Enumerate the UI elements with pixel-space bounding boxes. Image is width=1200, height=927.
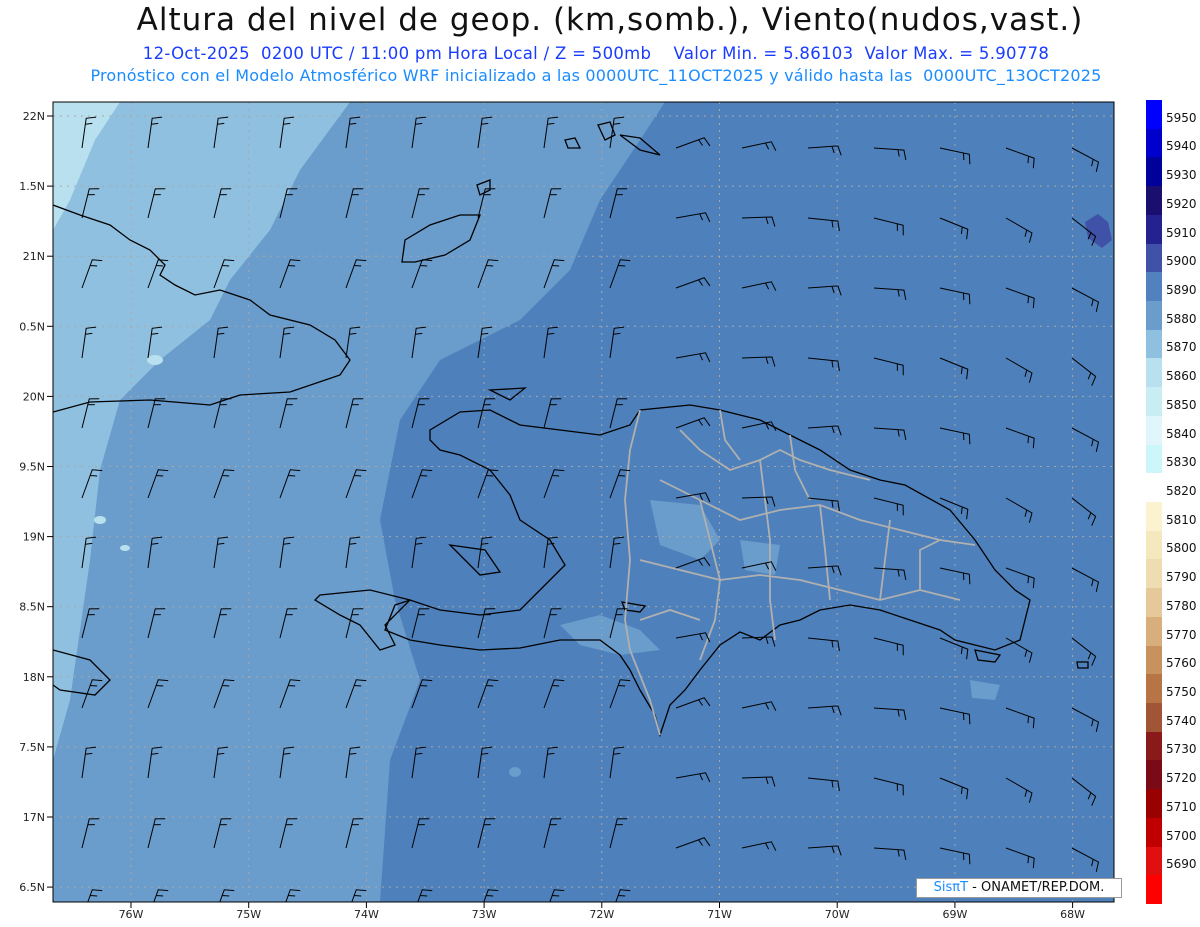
lat-tick-label: 9.5N bbox=[19, 461, 45, 474]
colorbar-segment bbox=[1146, 473, 1162, 503]
lon-tick-label: 70W bbox=[825, 908, 850, 921]
lat-tick-label: 17N bbox=[23, 811, 45, 824]
colorbar-level-label: 5780 bbox=[1166, 598, 1197, 613]
colorbar-level-label: 5820 bbox=[1166, 484, 1197, 498]
colorbar-level-label: 5750 bbox=[1166, 685, 1197, 699]
lon-tick-label: 73W bbox=[472, 908, 497, 921]
colorbar-segment bbox=[1146, 616, 1162, 647]
colorbar-segment bbox=[1146, 415, 1162, 446]
colorbar-level-label: 5880 bbox=[1166, 311, 1197, 326]
lon-tick-label: 74W bbox=[354, 908, 379, 921]
colorbar-level-label: 5950 bbox=[1166, 110, 1197, 125]
lat-tick-label: 19N bbox=[23, 531, 45, 544]
longitude-ticks: 76W 75W 74W 73W 72W 71W 70W 69W 68W bbox=[119, 902, 1085, 921]
colorbar-level-label: 5900 bbox=[1166, 254, 1197, 269]
colorbar-segment bbox=[1146, 588, 1162, 618]
colorbar-segment bbox=[1146, 301, 1162, 331]
colorbar-segment bbox=[1146, 272, 1162, 302]
lat-tick-label: 0.5N bbox=[19, 320, 45, 333]
colorbar-level-label: 5930 bbox=[1166, 168, 1197, 183]
colorbar-level-label: 5720 bbox=[1166, 771, 1197, 786]
wind-barb bbox=[1006, 918, 1032, 927]
colorbar-level-label: 5890 bbox=[1166, 283, 1197, 297]
colorbar-segment bbox=[1146, 157, 1162, 187]
colorbar-segment bbox=[1146, 358, 1162, 388]
colorbar-level-label: 5770 bbox=[1166, 627, 1197, 642]
colorbar-level-label: 5700 bbox=[1166, 828, 1197, 843]
lon-tick-label: 71W bbox=[707, 908, 732, 921]
lon-tick-label: 69W bbox=[942, 908, 967, 921]
colorbar-level-label: 5690 bbox=[1166, 857, 1197, 872]
colorbar-segment bbox=[1146, 387, 1162, 417]
latitude-ticks: 22N 1.5N 21N 0.5N 20N 9.5N 19N 8.5N 18N 7.5N 17N 6.… bbox=[19, 110, 53, 894]
forecast-map: 22N 1.5N 21N 0.5N 20N 9.5N 19N 8.5N 18N 7.5N 17N 6.… bbox=[19, 101, 1115, 927]
colorbar-level-label: 5760 bbox=[1166, 656, 1197, 671]
colorbar-segment bbox=[1146, 243, 1162, 273]
credit-separator: - bbox=[968, 880, 981, 895]
lon-tick-label: 72W bbox=[589, 908, 614, 921]
lat-tick-label: 22N bbox=[23, 110, 45, 123]
colorbar-level-label: 5810 bbox=[1166, 512, 1197, 527]
wind-barb bbox=[874, 918, 903, 927]
colorbar-segment bbox=[1146, 645, 1162, 675]
lat-tick-label: 6.5N bbox=[19, 881, 45, 894]
wind-barb bbox=[742, 917, 775, 927]
lon-tick-label: 76W bbox=[119, 908, 144, 921]
lon-tick-label: 68W bbox=[1060, 908, 1085, 921]
colorbar-segment bbox=[1146, 128, 1162, 158]
colorbar-segment bbox=[1146, 100, 1162, 130]
colorbar-segment bbox=[1146, 846, 1162, 876]
credit-box: SisπΤ - ONAMET/REP.DOM. bbox=[916, 878, 1122, 898]
credit-org: ONAMET/REP.DOM. bbox=[980, 880, 1105, 895]
colorbar-segment bbox=[1146, 329, 1162, 359]
lon-tick-label: 75W bbox=[236, 908, 261, 921]
colorbar-segment bbox=[1146, 703, 1162, 733]
colorbar-level-label: 5920 bbox=[1166, 196, 1197, 211]
colorbar-level-label: 5840 bbox=[1166, 426, 1197, 441]
colorbar-segment bbox=[1146, 444, 1162, 474]
colorbar-segment bbox=[1146, 502, 1162, 532]
colorbar-level-label: 5800 bbox=[1166, 541, 1197, 556]
colorbar-segment bbox=[1146, 559, 1162, 589]
colorbar-level-label: 5870 bbox=[1166, 340, 1197, 355]
wind-barb bbox=[676, 913, 710, 922]
colorbar-segment bbox=[1146, 875, 1162, 905]
colorbar-segment bbox=[1146, 731, 1162, 761]
colorbar-segment bbox=[1146, 789, 1162, 819]
lat-tick-label: 7.5N bbox=[19, 741, 45, 754]
lat-tick-label: 20N bbox=[23, 390, 45, 403]
colorbar-level-label: 5940 bbox=[1166, 139, 1197, 154]
colorbar-level-label: 5910 bbox=[1166, 225, 1197, 240]
colorbar-level-label: 5850 bbox=[1166, 397, 1197, 412]
colorbar-segment bbox=[1146, 214, 1162, 245]
credit-brand: SisπΤ bbox=[933, 880, 969, 895]
colorbar-segment bbox=[1146, 674, 1162, 704]
lat-tick-label: 18N bbox=[23, 671, 45, 684]
colorbar-level-label: 5740 bbox=[1166, 713, 1197, 728]
colorbar-level-label: 5730 bbox=[1166, 742, 1197, 757]
colorbar-level-label: 5710 bbox=[1166, 799, 1197, 814]
lat-tick-label: 8.5N bbox=[19, 601, 45, 614]
lat-tick-label: 21N bbox=[23, 250, 45, 263]
colorbar bbox=[1146, 100, 1162, 905]
colorbar-segment bbox=[1146, 186, 1162, 216]
colorbar-level-label: 5790 bbox=[1166, 570, 1197, 585]
colorbar-segment bbox=[1146, 760, 1162, 790]
colorbar-level-label: 5860 bbox=[1166, 369, 1197, 384]
colorbar-level-label: 5830 bbox=[1166, 455, 1197, 470]
lat-tick-label: 1.5N bbox=[19, 180, 45, 193]
colorbar-segment bbox=[1146, 817, 1162, 848]
colorbar-segment bbox=[1146, 530, 1162, 560]
